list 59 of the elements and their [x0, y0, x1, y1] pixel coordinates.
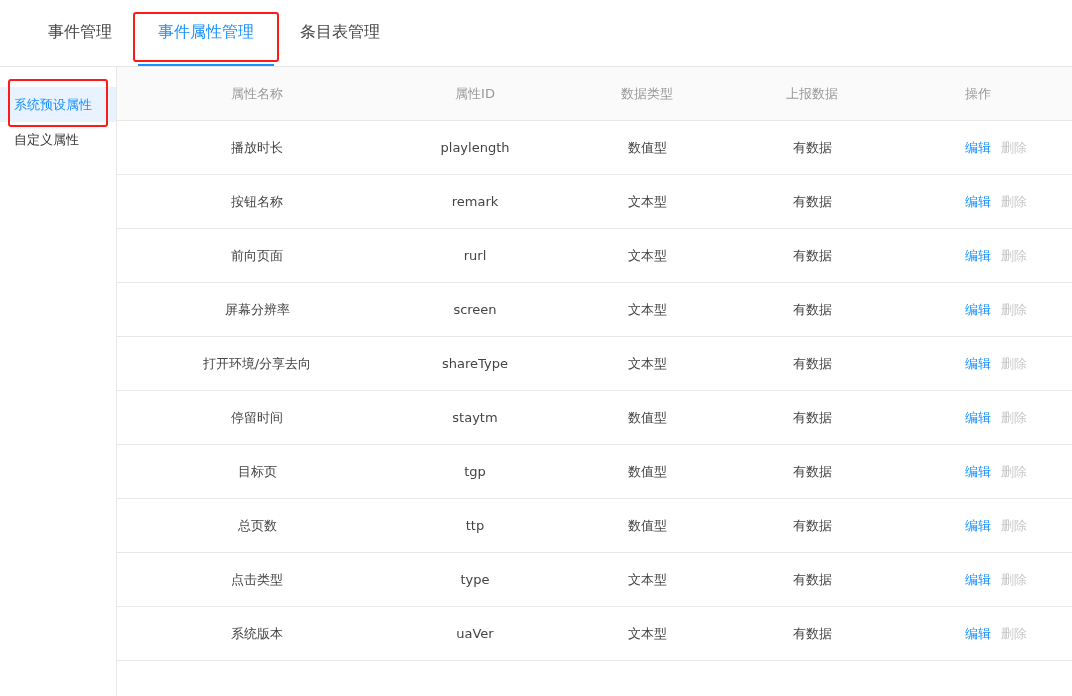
table-cell-text: 有数据 [791, 462, 833, 481]
action-link[interactable]: 编辑 [965, 138, 991, 157]
action-link[interactable]: 编辑 [965, 462, 991, 481]
table-cell-text: shareType [441, 356, 509, 371]
table-cell-text: 数值型 [626, 462, 668, 481]
action-link[interactable]: 编辑 [965, 192, 991, 211]
table-cell-text: type [459, 572, 491, 587]
table-cell-text: 有数据 [791, 570, 833, 589]
column-header: 上报数据 [785, 84, 839, 103]
table-cell-text: 播放时长 [230, 138, 284, 157]
action-link[interactable]: 编辑 [965, 624, 991, 643]
table-cell-text: 文本型 [626, 570, 668, 589]
table-cell-text: 有数据 [791, 138, 833, 157]
table-cell-text: 有数据 [791, 192, 833, 211]
table-cell-text: 停留时间 [230, 408, 284, 427]
table-cell-text: 数值型 [626, 516, 668, 535]
table-cell-text: 有数据 [791, 246, 833, 265]
table-cell-text: 文本型 [626, 246, 668, 265]
tab[interactable]: 条目表管理 [280, 0, 400, 66]
table-cell-text: 按钮名称 [230, 192, 284, 211]
table-cell-text: 数值型 [626, 408, 668, 427]
table-cell-text: screen [452, 302, 498, 317]
table-cell-text: 数值型 [626, 138, 668, 157]
table-cell-text: remark [450, 194, 500, 209]
table-cell-text: 文本型 [626, 300, 668, 319]
tab[interactable]: 事件管理 [28, 0, 132, 66]
action-link[interactable]: 编辑 [965, 570, 991, 589]
table-cell-text: uaVer [455, 626, 495, 641]
action-link[interactable]: 编辑 [965, 354, 991, 373]
table-cell-text: 有数据 [791, 624, 833, 643]
column-header: 属性名称 [230, 84, 284, 103]
table-cell-text: rurl [462, 248, 488, 263]
action-link[interactable]: 编辑 [965, 246, 991, 265]
action-link[interactable]: 编辑 [965, 516, 991, 535]
column-header: 操作 [963, 84, 992, 103]
action-link[interactable]: 编辑 [965, 408, 991, 427]
column-header: 数据类型 [620, 84, 674, 103]
action-link[interactable]: 编辑 [965, 300, 991, 319]
column-header: 属性ID [454, 84, 496, 103]
table-cell-text: 屏幕分辨率 [223, 300, 291, 319]
table-cell-text: playlength [439, 140, 511, 155]
sidebar-item[interactable]: 系统预设属性 [0, 87, 116, 122]
table-cell-text: ttp [464, 518, 486, 533]
table-cell-text: 系统版本 [230, 624, 284, 643]
sidebar-item[interactable]: 自定义属性 [0, 122, 116, 157]
table-cell-text: 总页数 [236, 516, 278, 535]
table-cell-text: 点击类型 [230, 570, 284, 589]
table-cell-text: 有数据 [791, 354, 833, 373]
table-cell-text: tgp [463, 464, 487, 479]
table-cell-text: 目标页 [236, 462, 278, 481]
table-cell-text: 文本型 [626, 624, 668, 643]
table-cell-text: staytm [451, 410, 499, 425]
table-cell-text: 前向页面 [230, 246, 284, 265]
table-cell-text: 打开环境/分享去向 [201, 354, 313, 373]
table-cell-text: 有数据 [791, 408, 833, 427]
table-cell-text: 有数据 [791, 300, 833, 319]
table-cell-text: 有数据 [791, 516, 833, 535]
table-cell-text: 文本型 [626, 192, 668, 211]
table-cell-text: 文本型 [626, 354, 668, 373]
